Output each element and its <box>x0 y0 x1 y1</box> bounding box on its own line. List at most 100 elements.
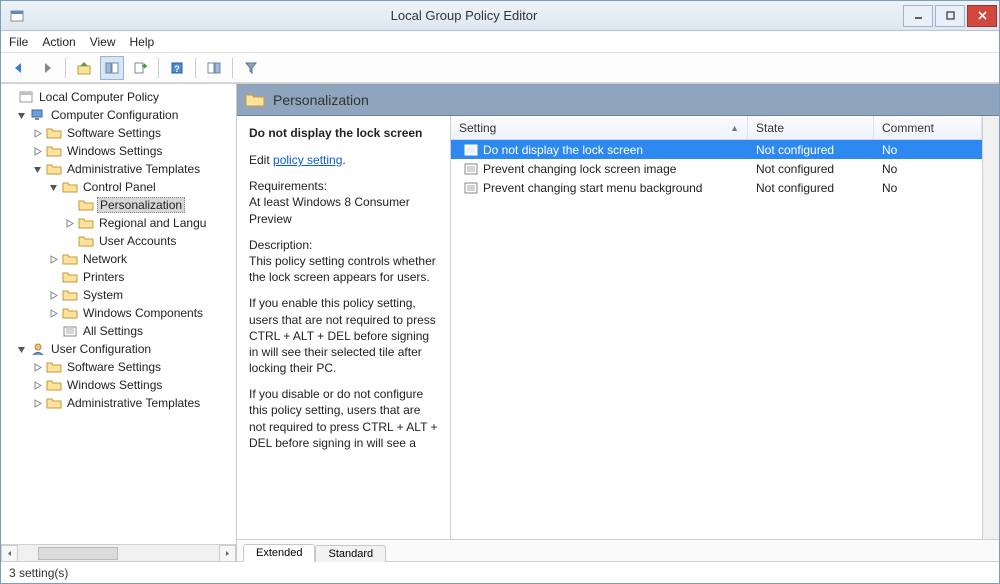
list-vertical-scrollbar[interactable] <box>982 116 999 539</box>
minimize-button[interactable] <box>903 5 933 27</box>
policy-tree[interactable]: Local Computer Policy Computer Configura… <box>1 84 236 544</box>
tree-computer-config[interactable]: Computer Configuration <box>1 106 236 124</box>
statusbar: 3 setting(s) <box>1 561 999 583</box>
tree-item[interactable]: Windows Settings <box>1 376 236 394</box>
tree-label: System <box>81 288 125 302</box>
setting-state: Not configured <box>748 162 874 176</box>
chevron-right-icon[interactable] <box>63 219 75 228</box>
tree-horizontal-scrollbar[interactable] <box>1 544 236 561</box>
tree-item-personalization[interactable]: Personalization <box>1 196 236 214</box>
tree-item[interactable]: Control Panel <box>1 178 236 196</box>
tree-label: Control Panel <box>81 180 158 194</box>
chevron-right-icon[interactable] <box>47 255 59 264</box>
chevron-right-icon[interactable] <box>31 399 43 408</box>
tree-item[interactable]: Software Settings <box>1 358 236 376</box>
folder-icon <box>46 144 62 158</box>
folder-icon <box>46 162 62 176</box>
export-list-button[interactable] <box>128 56 152 80</box>
edit-policy-link[interactable]: policy setting <box>273 153 342 167</box>
folder-icon <box>78 198 94 212</box>
filter-button[interactable] <box>239 56 263 80</box>
edit-line: Edit policy setting. <box>249 152 438 168</box>
chevron-down-icon[interactable] <box>47 183 59 192</box>
detail-title: Personalization <box>273 92 369 108</box>
forward-button[interactable] <box>35 56 59 80</box>
tree-item[interactable]: Software Settings <box>1 124 236 142</box>
tree-label: Windows Settings <box>65 144 164 158</box>
chevron-right-icon[interactable] <box>47 309 59 318</box>
scroll-right-button[interactable] <box>219 545 236 562</box>
chevron-right-icon[interactable] <box>31 363 43 372</box>
tree-item[interactable]: User Accounts <box>1 232 236 250</box>
list-row[interactable]: Prevent changing start menu background N… <box>451 178 982 197</box>
sort-asc-icon: ▲ <box>730 123 739 133</box>
menu-view[interactable]: View <box>90 35 116 49</box>
detail-header: Personalization <box>237 84 999 116</box>
chevron-down-icon[interactable] <box>15 345 27 354</box>
column-setting[interactable]: Setting▲ <box>451 116 748 139</box>
settings-icon <box>62 324 78 338</box>
chevron-right-icon[interactable] <box>47 291 59 300</box>
setting-comment: No <box>874 162 982 176</box>
list-row[interactable]: Do not display the lock screen Not confi… <box>451 140 982 159</box>
tree-item[interactable]: System <box>1 286 236 304</box>
menu-action[interactable]: Action <box>42 35 75 49</box>
tree-label: Network <box>81 252 129 266</box>
menu-help[interactable]: Help <box>130 35 155 49</box>
column-comment[interactable]: Comment <box>874 116 982 139</box>
chevron-down-icon[interactable] <box>31 165 43 174</box>
scroll-left-button[interactable] <box>1 545 18 562</box>
tree-root[interactable]: Local Computer Policy <box>1 88 236 106</box>
app-icon <box>9 8 25 24</box>
scroll-track[interactable] <box>18 545 219 562</box>
tree-label: Windows Components <box>81 306 205 320</box>
tree-user-config[interactable]: User Configuration <box>1 340 236 358</box>
tree-label: Administrative Templates <box>65 162 202 176</box>
scroll-thumb[interactable] <box>38 547 118 560</box>
tree-label: Windows Settings <box>65 378 164 392</box>
description-pane: Do not display the lock screen Edit poli… <box>237 116 451 539</box>
chevron-right-icon[interactable] <box>31 147 43 156</box>
policy-title: Do not display the lock screen <box>249 126 438 140</box>
toolbar-separator <box>232 58 233 78</box>
tree-item[interactable]: All Settings <box>1 322 236 340</box>
tree-item[interactable]: Windows Components <box>1 304 236 322</box>
description-p3: If you disable or do not configure this … <box>249 386 438 451</box>
app-window: Local Group Policy Editor File Action Vi… <box>0 0 1000 584</box>
tree-label: Regional and Langu <box>97 216 208 230</box>
up-button[interactable] <box>72 56 96 80</box>
toolbar: ? <box>1 53 999 83</box>
column-state[interactable]: State <box>748 116 874 139</box>
folder-icon <box>46 360 62 374</box>
view-tabs: Extended Standard <box>237 539 999 561</box>
maximize-button[interactable] <box>935 5 965 27</box>
tree-label: Personalization <box>97 197 185 213</box>
show-hide-console-tree-button[interactable] <box>100 56 124 80</box>
detail-pane: Personalization Do not display the lock … <box>237 84 999 561</box>
tree-label: User Accounts <box>97 234 178 248</box>
show-hide-action-pane-button[interactable] <box>202 56 226 80</box>
list-row[interactable]: Prevent changing lock screen image Not c… <box>451 159 982 178</box>
svg-text:?: ? <box>174 64 180 74</box>
close-button[interactable] <box>967 5 997 27</box>
tab-standard[interactable]: Standard <box>315 545 386 562</box>
chevron-right-icon[interactable] <box>31 381 43 390</box>
chevron-down-icon[interactable] <box>15 111 27 120</box>
help-button[interactable]: ? <box>165 56 189 80</box>
setting-comment: No <box>874 181 982 195</box>
tab-extended[interactable]: Extended <box>243 544 315 562</box>
folder-icon <box>78 234 94 248</box>
policy-item-icon <box>463 181 479 195</box>
tree-item[interactable]: Administrative Templates <box>1 394 236 412</box>
chevron-right-icon[interactable] <box>31 129 43 138</box>
back-button[interactable] <box>7 56 31 80</box>
tree-item[interactable]: Printers <box>1 268 236 286</box>
tree-item[interactable]: Regional and Langu <box>1 214 236 232</box>
settings-list[interactable]: Do not display the lock screen Not confi… <box>451 140 982 539</box>
menu-file[interactable]: File <box>9 35 28 49</box>
tree-item[interactable]: Administrative Templates <box>1 160 236 178</box>
tree-item[interactable]: Network <box>1 250 236 268</box>
tree-item[interactable]: Windows Settings <box>1 142 236 160</box>
requirements: Requirements:At least Windows 8 Consumer… <box>249 178 438 227</box>
setting-name: Prevent changing start menu background <box>483 181 702 195</box>
